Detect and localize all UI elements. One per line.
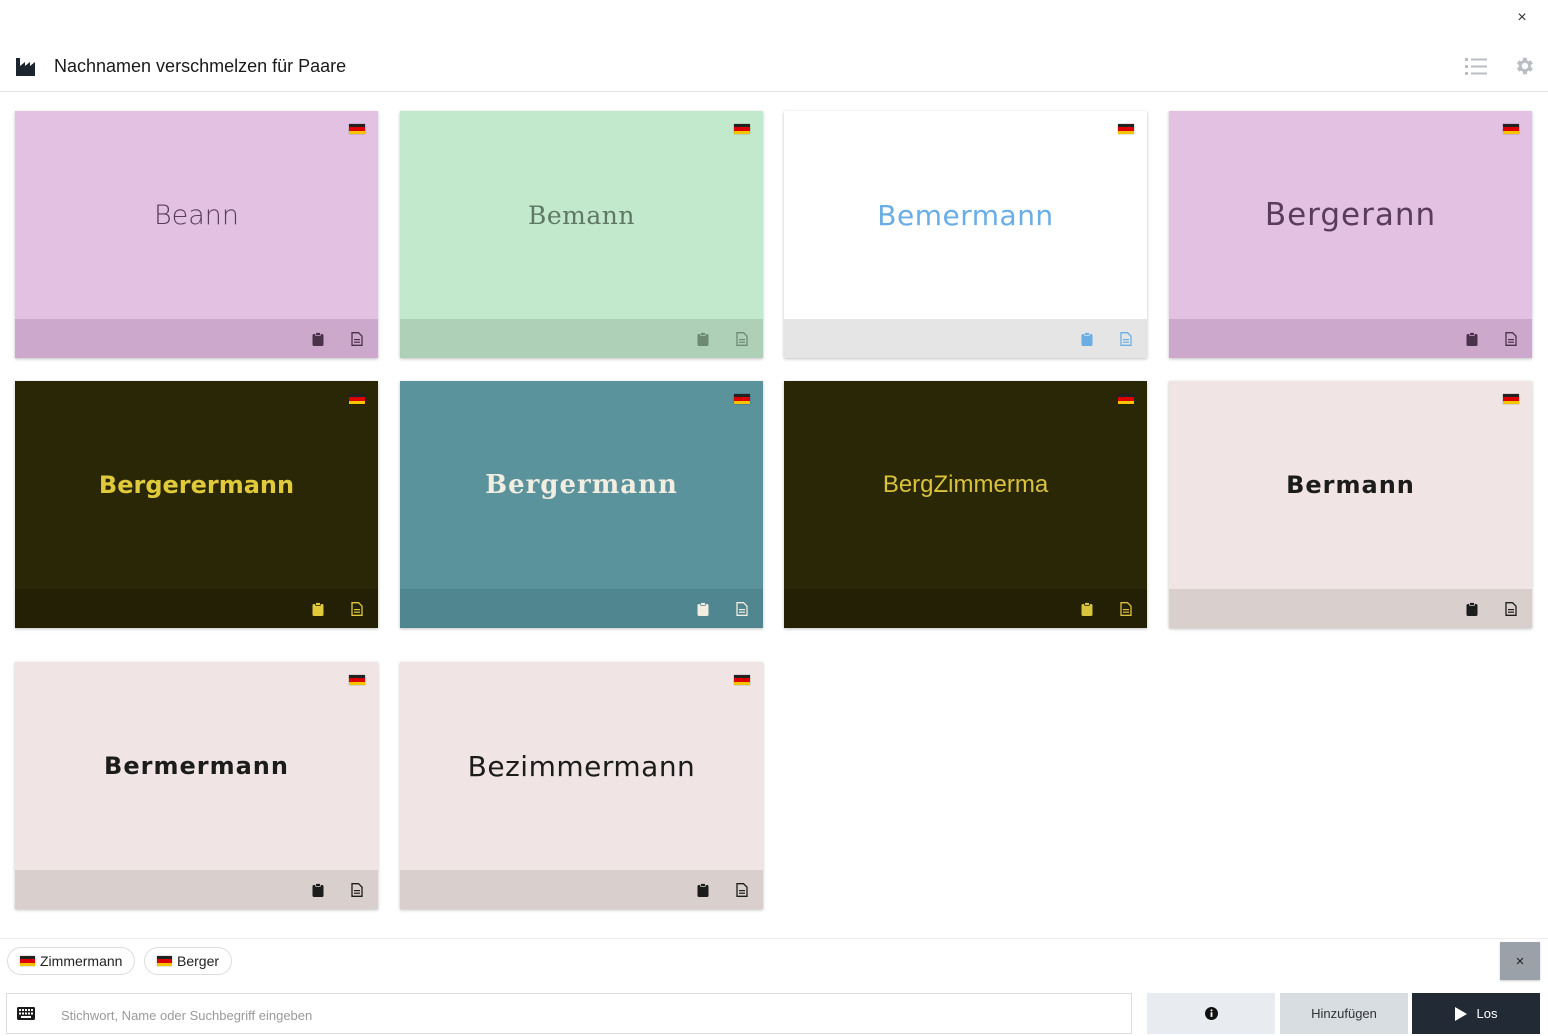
card-name: Bermann (1286, 471, 1415, 499)
card-name: Bemann (528, 200, 635, 230)
german-flag-icon (349, 124, 365, 134)
name-card[interactable]: Bermermann (15, 662, 378, 909)
info-icon (1204, 1007, 1218, 1020)
name-card[interactable]: Bergerann (1169, 111, 1532, 358)
clipboard-icon[interactable] (697, 332, 709, 346)
clipboard-icon[interactable] (1081, 332, 1093, 346)
card-name: Bermermann (104, 752, 289, 780)
german-flag-icon (1503, 394, 1519, 404)
play-icon (1454, 1006, 1467, 1021)
card-name: Bergermann (485, 470, 678, 500)
add-button[interactable]: Hinzufügen (1280, 993, 1408, 1034)
german-flag-icon (1503, 124, 1519, 134)
card-name: BergZimmerma (882, 471, 1049, 498)
german-flag-icon (734, 675, 750, 685)
card-footer (15, 319, 378, 358)
name-chip[interactable]: Zimmermann (7, 947, 136, 975)
clipboard-icon[interactable] (312, 602, 324, 616)
document-icon[interactable] (736, 332, 748, 346)
german-flag-icon (734, 124, 750, 134)
go-button-label: Los (1476, 1006, 1498, 1021)
name-chip[interactable]: Berger (144, 947, 233, 975)
name-card[interactable]: Bergermann (400, 381, 763, 628)
card-name: Bezimmermann (467, 749, 696, 783)
card-footer (400, 319, 763, 358)
document-icon[interactable] (1120, 332, 1132, 346)
info-button[interactable] (1147, 993, 1275, 1034)
clipboard-icon[interactable] (1466, 332, 1478, 346)
document-icon[interactable] (351, 332, 363, 346)
clipboard-icon[interactable] (697, 602, 709, 616)
card-footer (784, 589, 1147, 628)
clipboard-icon[interactable] (312, 332, 324, 346)
chip-label: Berger (177, 953, 220, 969)
selected-names-bar: Zimmermann Berger (0, 938, 1548, 984)
name-card[interactable]: Bergerermann (15, 381, 378, 628)
chip-label: Zimmermann (40, 953, 123, 969)
card-footer (400, 589, 763, 628)
german-flag-icon (734, 394, 750, 404)
card-footer (15, 870, 378, 909)
keyboard-icon (17, 1007, 35, 1020)
card-name: Beann (153, 199, 240, 231)
german-flag-icon (157, 956, 172, 966)
name-card[interactable]: Bezimmermann (400, 662, 763, 909)
clipboard-icon[interactable] (312, 883, 324, 897)
german-flag-icon (1118, 394, 1134, 404)
clipboard-icon[interactable] (1081, 602, 1093, 616)
search-bar (6, 993, 1132, 1034)
card-footer (784, 319, 1147, 358)
result-grid: Beann Bemann Bemermann Bergerann Bergererman… (0, 0, 1548, 930)
search-input[interactable] (59, 1002, 1113, 1028)
document-icon[interactable] (351, 883, 363, 897)
name-card[interactable]: Bemann (400, 111, 763, 358)
card-name: Bergerann (1264, 197, 1437, 233)
document-icon[interactable] (1505, 602, 1517, 616)
document-icon[interactable] (1505, 332, 1517, 346)
german-flag-icon (1118, 124, 1134, 134)
card-footer (15, 589, 378, 628)
name-card[interactable]: Bemermann (784, 111, 1147, 358)
german-flag-icon (349, 675, 365, 685)
document-icon[interactable] (736, 883, 748, 897)
german-flag-icon (20, 956, 35, 966)
document-icon[interactable] (351, 602, 363, 616)
card-name: Bemermann (877, 198, 1054, 232)
document-icon[interactable] (736, 602, 748, 616)
card-footer (1169, 319, 1532, 358)
clear-names-button[interactable]: × (1500, 942, 1540, 980)
card-name: Bergerermann (98, 471, 295, 499)
card-footer (1169, 589, 1532, 628)
clipboard-icon[interactable] (1466, 602, 1478, 616)
german-flag-icon (349, 394, 365, 404)
name-card[interactable]: BergZimmerma (784, 381, 1147, 628)
card-footer (400, 870, 763, 909)
clipboard-icon[interactable] (697, 883, 709, 897)
document-icon[interactable] (1120, 602, 1132, 616)
go-button[interactable]: Los (1412, 993, 1540, 1034)
name-card[interactable]: Bermann (1169, 381, 1532, 628)
name-card[interactable]: Beann (15, 111, 378, 358)
